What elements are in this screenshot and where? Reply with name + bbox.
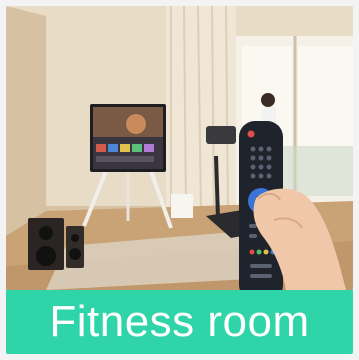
room-label: Fitness room	[49, 297, 310, 346]
room-photo	[6, 6, 353, 290]
room-label-banner: Fitness room	[6, 290, 353, 354]
product-image-frame: Fitness room	[0, 0, 359, 360]
curtain-icon	[166, 6, 236, 217]
room-scene	[6, 6, 353, 290]
